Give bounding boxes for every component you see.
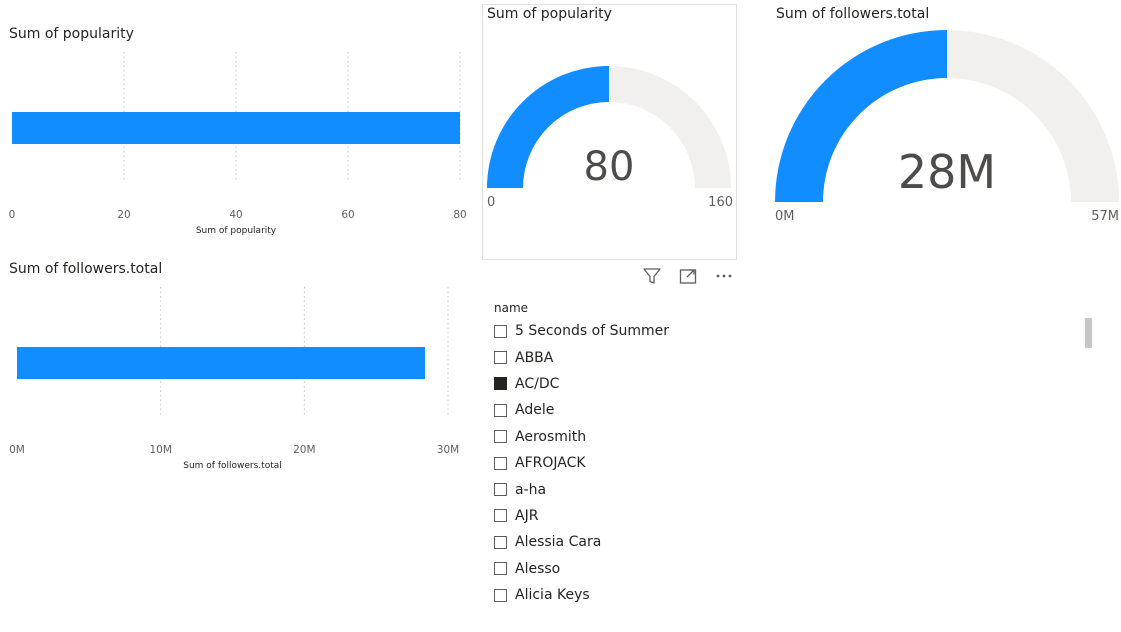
- slicer-item-label: Alessia Cara: [515, 534, 602, 551]
- slicer-checkbox[interactable]: [494, 562, 507, 576]
- slicer-checkbox[interactable]: [494, 377, 507, 391]
- slicer-item[interactable]: Alicia Keys: [494, 582, 669, 608]
- followers-bar-tick-label: 10M: [149, 444, 171, 456]
- slicer-item-label: ABBA: [515, 349, 554, 366]
- popularity-bar-bar: [12, 112, 460, 144]
- slicer-checkbox[interactable]: [494, 509, 507, 523]
- slicer-item-label: AFROJACK: [515, 455, 586, 472]
- followers-bar-tick-label: 20M: [293, 444, 315, 456]
- slicer-item[interactable]: AC/DC: [494, 371, 669, 397]
- slicer-item[interactable]: AFROJACK: [494, 450, 669, 476]
- slicer-list: 5 Seconds of Summer ABBA AC/DC Adele Aerosmi…: [494, 318, 669, 608]
- slicer-item-label: a-ha: [515, 481, 547, 498]
- slicer-scrollbar[interactable]: [1085, 318, 1092, 348]
- popularity-gauge-max-label: 160: [708, 195, 733, 210]
- followers-bar-chart-svg: 0M 10M 20M 30M Sum of followers.total: [9, 287, 459, 471]
- slicer-item-label: AC/DC: [515, 375, 560, 392]
- slicer-checkbox[interactable]: [494, 588, 507, 602]
- slicer-item-label: AJR: [515, 507, 539, 524]
- followers-gauge-value-label: 28M: [898, 145, 996, 199]
- more-options-icon[interactable]: [713, 265, 735, 287]
- slicer-item-label: 5 Seconds of Summer: [515, 323, 669, 340]
- popularity-gauge[interactable]: Sum of popularity 80 0 160: [482, 4, 737, 260]
- popularity-bar-tick-label: 60: [341, 209, 354, 221]
- filter-icon[interactable]: [641, 265, 663, 287]
- popularity-gauge-min-label: 0: [487, 195, 495, 210]
- slicer-checkbox[interactable]: [494, 351, 507, 365]
- slicer-checkbox[interactable]: [494, 535, 507, 549]
- slicer-item[interactable]: ABBA: [494, 344, 669, 370]
- followers-bar-bar: [17, 347, 426, 379]
- slicer-checkbox[interactable]: [494, 403, 507, 417]
- slicer-checkbox[interactable]: [494, 430, 507, 444]
- popularity-bar-x-axis-title: Sum of popularity: [196, 226, 277, 236]
- slicer-item[interactable]: Alessia Cara: [494, 529, 669, 555]
- followers-bar-chart[interactable]: Sum of followers.total 0M 10M 20M 30M Sum of…: [0, 255, 470, 480]
- slicer-item[interactable]: Adele: [494, 397, 669, 423]
- popularity-gauge-svg: 80 0 160: [487, 66, 733, 210]
- slicer-item[interactable]: Alesso: [494, 556, 669, 582]
- slicer-item[interactable]: a-ha: [494, 476, 669, 502]
- slicer-item[interactable]: Aerosmith: [494, 424, 669, 450]
- popularity-bar-chart[interactable]: Sum of popularity 0 20 40 60 80 Sum of popula…: [0, 20, 470, 245]
- followers-bar-x-axis-title: Sum of followers.total: [183, 461, 282, 471]
- followers-gauge-svg: 28M 0M 57M: [775, 30, 1119, 224]
- popularity-bar-tick-label: 0: [9, 209, 16, 221]
- popularity-bar-tick-label: 20: [117, 209, 130, 221]
- followers-bar-tick-label: 0M: [9, 444, 25, 456]
- popularity-gauge-value-label: 80: [584, 144, 635, 190]
- slicer-title: name: [494, 301, 529, 315]
- slicer-item[interactable]: AJR: [494, 503, 669, 529]
- slicer-checkbox[interactable]: [494, 483, 507, 497]
- popularity-bar-tick-label: 40: [229, 209, 242, 221]
- name-slicer: name 5 Seconds of Summer ABBA AC/DC Adele Ae…: [488, 296, 1098, 616]
- followers-gauge[interactable]: Sum of followers.total 28M 0M 57M: [770, 4, 1121, 230]
- slicer-item-label: Aerosmith: [515, 428, 587, 445]
- popularity-bar-tick-label: 80: [453, 209, 466, 221]
- followers-bar-tick-label: 30M: [437, 444, 459, 456]
- visual-header: [641, 265, 735, 287]
- slicer-checkbox[interactable]: [494, 324, 507, 338]
- slicer-item-label: Adele: [515, 402, 555, 419]
- followers-gauge-max-label: 57M: [1091, 209, 1119, 224]
- slicer-item-label: Alesso: [515, 560, 561, 577]
- slicer-item[interactable]: 5 Seconds of Summer: [494, 318, 669, 344]
- popularity-bar-chart-svg: 0 20 40 60 80 Sum of popularity: [9, 52, 467, 236]
- slicer-item-label: Alicia Keys: [515, 587, 590, 604]
- focus-mode-icon[interactable]: [677, 265, 699, 287]
- slicer-checkbox[interactable]: [494, 456, 507, 470]
- followers-gauge-min-label: 0M: [775, 209, 795, 224]
